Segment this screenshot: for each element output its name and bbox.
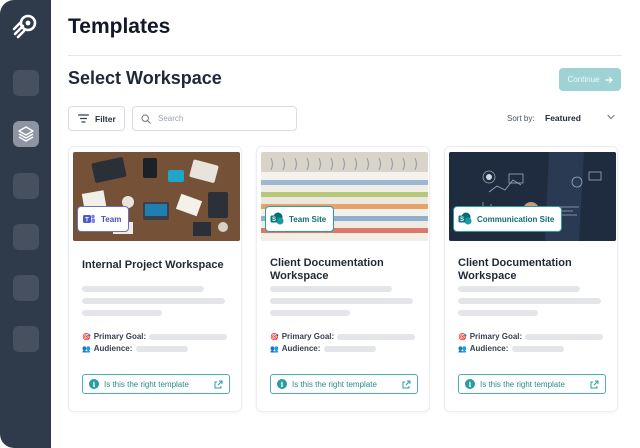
placeholder-line: [270, 310, 350, 316]
target-icon: 🎯: [82, 333, 91, 341]
sidebar-item-6[interactable]: [13, 326, 39, 352]
filter-icon: [78, 114, 89, 123]
placeholder-value: [525, 334, 603, 340]
template-type-badge: S Team Site: [265, 206, 335, 232]
primary-goal-label: Primary Goal:: [281, 332, 335, 341]
template-type-badge: S Communication Site: [453, 206, 563, 232]
card-title: Internal Project Workspace: [82, 259, 224, 271]
audience-row: 👥 Audience:: [82, 344, 132, 353]
primary-goal-row: 🎯 Primary Goal:: [458, 332, 522, 341]
placeholder-line: [458, 310, 538, 316]
search-icon: [141, 113, 151, 124]
rocket-logo-icon[interactable]: [11, 12, 39, 40]
sort-label: Sort by:: [507, 114, 535, 123]
right-template-label: Is this the right template: [480, 379, 565, 389]
primary-goal-label: Primary Goal:: [469, 332, 523, 341]
svg-text:S: S: [272, 217, 276, 223]
external-link-icon: [590, 380, 599, 389]
placeholder-line: [82, 298, 225, 304]
placeholder-value: [136, 346, 188, 352]
sidebar-item-5[interactable]: [13, 275, 39, 301]
badge-label: Team: [101, 214, 122, 224]
info-icon: i: [277, 379, 287, 389]
placeholder-line: [270, 298, 413, 304]
continue-button[interactable]: Continue: [559, 68, 621, 91]
continue-label: Continue: [567, 75, 600, 84]
primary-goal-row: 🎯 Primary Goal:: [270, 332, 334, 341]
audience-label: Audience:: [469, 344, 509, 353]
svg-text:S: S: [460, 217, 464, 223]
right-template-button[interactable]: i Is this the right template: [270, 374, 418, 394]
card-title: Client Documentation Workspace: [270, 257, 384, 282]
template-type-badge: T Team: [77, 206, 130, 232]
target-icon: 🎯: [270, 333, 279, 341]
template-card-team[interactable]: T Team Internal Project Workspace 🎯 Prima…: [68, 146, 242, 412]
people-icon: 👥: [82, 345, 91, 353]
right-template-label: Is this the right template: [292, 379, 377, 389]
placeholder-value: [324, 346, 376, 352]
sidebar-item-templates[interactable]: [13, 121, 39, 147]
placeholder-line: [82, 286, 204, 292]
page-title: Templates: [68, 15, 171, 38]
sharepoint-icon: S: [458, 212, 472, 225]
layers-icon: [18, 126, 34, 142]
search-input[interactable]: [158, 114, 288, 123]
sidebar: [0, 0, 51, 448]
header-divider: [68, 55, 622, 56]
right-template-label: Is this the right template: [104, 379, 189, 389]
badge-label: Team Site: [289, 214, 327, 224]
placeholder-line: [458, 286, 580, 292]
people-icon: 👥: [458, 345, 467, 353]
info-icon: i: [89, 379, 99, 389]
right-template-button[interactable]: i Is this the right template: [82, 374, 230, 394]
people-icon: 👥: [270, 345, 279, 353]
primary-goal-label: Primary Goal:: [93, 332, 147, 341]
section-heading: Select Workspace: [68, 68, 222, 88]
card-title: Client Documentation Workspace: [458, 257, 572, 282]
placeholder-line: [82, 310, 162, 316]
badge-label: Communication Site: [477, 214, 555, 224]
primary-goal-row: 🎯 Primary Goal:: [82, 332, 146, 341]
placeholder-value: [149, 334, 227, 340]
filter-label: Filter: [95, 113, 116, 124]
template-card-team-site[interactable]: S Team Site Client Documentation Workspa…: [256, 146, 430, 412]
sharepoint-icon: S: [270, 212, 284, 225]
placeholder-line: [270, 286, 392, 292]
placeholder-value: [337, 334, 415, 340]
placeholder-value: [512, 346, 564, 352]
chevron-down-icon[interactable]: [607, 114, 615, 120]
target-icon: 🎯: [458, 333, 467, 341]
right-template-button[interactable]: i Is this the right template: [458, 374, 606, 394]
template-card-communication-site[interactable]: S Communication Site Client Documentatio…: [444, 146, 618, 412]
audience-row: 👥 Audience:: [458, 344, 508, 353]
audience-label: Audience:: [281, 344, 321, 353]
audience-label: Audience:: [93, 344, 133, 353]
placeholder-line: [458, 298, 601, 304]
arrow-right-icon: [604, 76, 613, 83]
filter-button[interactable]: Filter: [68, 106, 125, 131]
sidebar-item-3[interactable]: [13, 173, 39, 199]
audience-row: 👥 Audience:: [270, 344, 320, 353]
external-link-icon: [402, 380, 411, 389]
svg-text:T: T: [85, 218, 89, 224]
sidebar-item-1[interactable]: [13, 70, 39, 96]
info-icon: i: [465, 379, 475, 389]
external-link-icon: [214, 380, 223, 389]
teams-icon: T: [83, 214, 95, 224]
sidebar-item-4[interactable]: [13, 224, 39, 250]
search-box[interactable]: [132, 106, 297, 131]
sort-select[interactable]: Featured: [545, 113, 581, 123]
